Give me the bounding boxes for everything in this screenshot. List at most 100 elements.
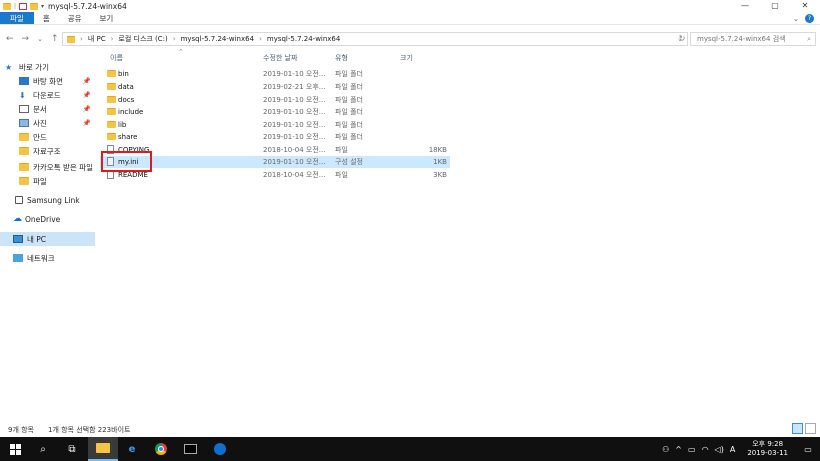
people-icon[interactable]: ⚇ bbox=[662, 445, 669, 454]
list-item[interactable]: include 2019-01-10 오전... 파일 폴더 bbox=[100, 106, 450, 118]
battery-icon[interactable]: ▭ bbox=[688, 445, 696, 454]
search-icon[interactable]: ⌕ bbox=[28, 437, 58, 461]
search-box[interactable]: ⌕ bbox=[690, 32, 816, 46]
title-bar: | ▾ mysql-5.7.24-winx64 — ▢ ✕ bbox=[0, 0, 820, 12]
wifi-icon[interactable]: ◠ bbox=[702, 445, 709, 454]
sidebar-item-network[interactable]: 네트워크 bbox=[0, 251, 95, 265]
sidebar-item-desktop[interactable]: 바탕 화면 📌 bbox=[0, 74, 95, 88]
sidebar-item-kakaotalk[interactable]: 카카오톡 받은 파일 bbox=[0, 160, 95, 174]
folder-icon bbox=[19, 133, 29, 141]
tab-home[interactable]: 홈 bbox=[34, 12, 59, 24]
list-item[interactable]: bin 2019-01-10 오전... 파일 폴더 bbox=[100, 68, 450, 80]
clock[interactable]: 오후 9:28 2019-03-11 bbox=[741, 440, 794, 458]
clock-time: 오후 9:28 bbox=[752, 440, 784, 448]
input-language-indicator[interactable]: A bbox=[730, 445, 735, 454]
sidebar-item-label: 안드 bbox=[33, 132, 47, 142]
column-header-type[interactable]: 유형 bbox=[335, 52, 348, 65]
close-button[interactable]: ✕ bbox=[790, 0, 820, 12]
address-bar[interactable]: › 내 PC › 로컬 디스크 (C:) › mysql-5.7.24-winx… bbox=[62, 32, 688, 46]
folder-icon bbox=[107, 83, 116, 90]
folder-icon bbox=[107, 133, 116, 140]
sidebar-item-downloads[interactable]: ⬇ 다운로드 📌 bbox=[0, 88, 95, 102]
teamviewer-icon[interactable] bbox=[205, 437, 235, 461]
chrome-icon[interactable] bbox=[146, 437, 176, 461]
chevron-right-icon: › bbox=[80, 35, 83, 43]
recent-locations-button[interactable]: ⌄ bbox=[37, 32, 43, 46]
list-item[interactable]: data 2019-02-21 오후... 파일 폴더 bbox=[100, 81, 450, 93]
chevron-right-icon[interactable]: › bbox=[173, 35, 176, 43]
breadcrumb-mysql-inner[interactable]: mysql-5.7.24-winx64 bbox=[267, 35, 340, 43]
file-date: 2019-01-10 오전... bbox=[263, 96, 326, 104]
list-item[interactable]: docs 2019-01-10 오전... 파일 폴더 bbox=[100, 94, 450, 106]
file-size: 3KB bbox=[433, 171, 447, 179]
sidebar-item-label: 문서 bbox=[33, 104, 47, 114]
sidebar-item-data-structures[interactable]: 자료구조 bbox=[0, 144, 95, 158]
sidebar-item-documents[interactable]: 문서 📌 bbox=[0, 102, 95, 116]
minimize-button[interactable]: — bbox=[730, 0, 760, 12]
column-header-size[interactable]: 크기 bbox=[400, 52, 413, 65]
large-icons-view-icon[interactable] bbox=[805, 423, 816, 434]
tab-file[interactable]: 파일 bbox=[0, 12, 34, 24]
network-icon bbox=[13, 254, 23, 262]
up-button[interactable]: ↑ bbox=[51, 32, 59, 46]
tab-view[interactable]: 보기 bbox=[91, 12, 123, 24]
file-size: 1KB bbox=[433, 158, 447, 166]
notification-icon[interactable]: ▭ bbox=[800, 445, 816, 454]
details-view-icon[interactable] bbox=[792, 423, 803, 434]
expand-ribbon-icon[interactable]: ⌄ bbox=[793, 14, 799, 23]
back-button[interactable]: ← bbox=[6, 32, 14, 46]
breadcrumb-local-disk[interactable]: 로컬 디스크 (C:) bbox=[118, 34, 167, 44]
file-list: ⌃ 이름 수정한 날짜 유형 크기 bin 2019-01-10 오전... 파… bbox=[100, 48, 820, 422]
column-header-name[interactable]: 이름 bbox=[110, 52, 123, 65]
file-date: 2019-01-10 오전... bbox=[263, 108, 326, 116]
explorer-window: | ▾ mysql-5.7.24-winx64 — ▢ ✕ 파일 홈 공유 보기… bbox=[0, 0, 820, 437]
address-row: ← → ⌄ ↑ › 내 PC › 로컬 디스크 (C:) › mysql-5.7… bbox=[0, 30, 820, 47]
sidebar-item-quick-access[interactable]: ★ 바로 가기 bbox=[0, 60, 95, 74]
task-view-icon[interactable]: ⧉ bbox=[57, 437, 87, 461]
chevron-right-icon[interactable]: › bbox=[259, 35, 262, 43]
tab-share[interactable]: 공유 bbox=[59, 12, 91, 24]
column-header-date[interactable]: 수정한 날짜 bbox=[263, 52, 297, 65]
pin-icon[interactable]: 📌 bbox=[83, 105, 91, 113]
breadcrumb-mysql-outer[interactable]: mysql-5.7.24-winx64 bbox=[181, 35, 254, 43]
system-tray: ⚇ ^ ▭ ◠ ◁) A 오후 9:28 2019-03-11 ▭ bbox=[662, 437, 820, 461]
maximize-button[interactable]: ▢ bbox=[760, 0, 790, 12]
file-type: 파일 폴더 bbox=[335, 121, 363, 129]
sidebar-item-onedrive[interactable]: ☁ OneDrive bbox=[0, 212, 95, 226]
sidebar-item-files[interactable]: 파일 bbox=[0, 174, 95, 188]
forward-button[interactable]: → bbox=[22, 32, 30, 46]
properties-icon[interactable] bbox=[19, 2, 28, 10]
help-icon[interactable]: ? bbox=[805, 13, 814, 23]
list-item[interactable]: README 2018-10-04 오전... 파일 3KB bbox=[100, 169, 450, 181]
cmd-icon[interactable] bbox=[175, 437, 205, 461]
search-icon: ⌕ bbox=[807, 35, 811, 43]
new-folder-icon[interactable] bbox=[30, 2, 39, 10]
sidebar-item-this-pc[interactable]: 내 PC bbox=[0, 232, 95, 246]
pin-icon[interactable]: 📌 bbox=[83, 91, 91, 99]
sidebar-item-andro[interactable]: 안드 bbox=[0, 130, 95, 144]
edge-icon[interactable]: e bbox=[117, 437, 147, 461]
pin-icon[interactable]: 📌 bbox=[83, 77, 91, 85]
list-item-selected[interactable]: my.ini 2019-01-10 오전... 구성 설정 1KB bbox=[100, 156, 450, 168]
list-item[interactable]: share 2019-01-10 오전... 파일 폴더 bbox=[100, 131, 450, 143]
search-input[interactable] bbox=[697, 33, 797, 45]
sidebar-item-samsung-link[interactable]: Samsung Link bbox=[0, 193, 95, 207]
breadcrumb-pc[interactable]: 내 PC bbox=[88, 34, 106, 44]
file-date: 2019-01-10 오전... bbox=[263, 158, 326, 166]
sidebar-item-pictures[interactable]: 사진 📌 bbox=[0, 116, 95, 130]
volume-icon[interactable]: ◁) bbox=[715, 445, 724, 454]
customize-toolbar-icon[interactable]: ▾ bbox=[41, 3, 44, 10]
file-explorer-icon[interactable] bbox=[88, 437, 118, 461]
sidebar-item-label: 네트워크 bbox=[27, 253, 55, 263]
folder-icon bbox=[3, 2, 11, 10]
start-button[interactable] bbox=[0, 437, 30, 461]
list-item[interactable]: COPYING 2018-10-04 오전... 파일 18KB bbox=[100, 144, 450, 156]
refresh-icon[interactable]: ↻ bbox=[675, 32, 689, 46]
chevron-up-icon[interactable]: ^ bbox=[675, 445, 682, 454]
sidebar-item-label: 바탕 화면 bbox=[33, 76, 63, 86]
selection-info: 1개 항목 선택함 223바이트 bbox=[48, 426, 131, 434]
list-item[interactable]: lib 2019-01-10 오전... 파일 폴더 bbox=[100, 119, 450, 131]
pin-icon[interactable]: 📌 bbox=[83, 119, 91, 127]
download-icon: ⬇ bbox=[19, 91, 26, 100]
chevron-right-icon[interactable]: › bbox=[111, 35, 114, 43]
